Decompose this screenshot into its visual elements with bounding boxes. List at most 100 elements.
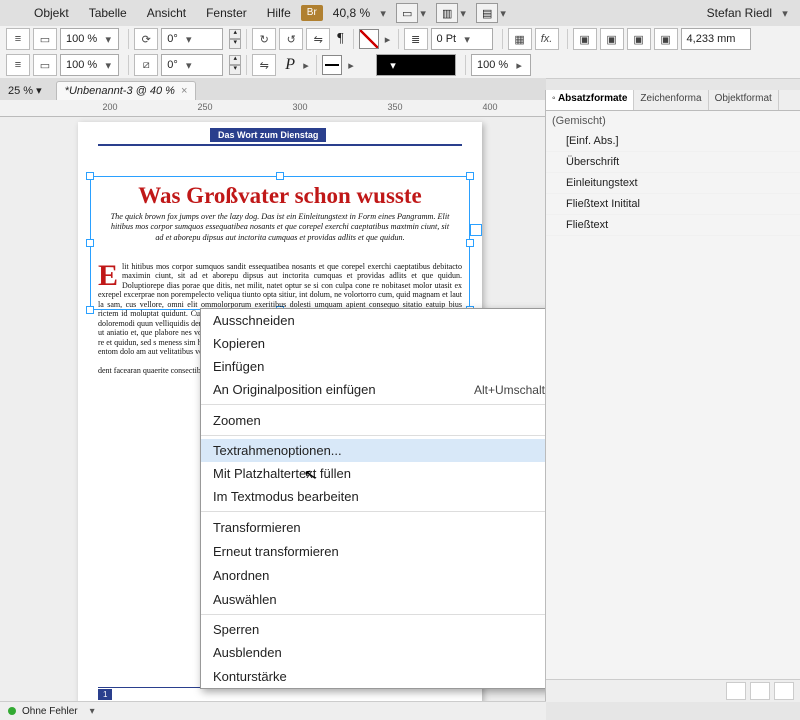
screenmode-button[interactable]: ▭	[396, 3, 418, 23]
dropdown-icon[interactable]: ▾	[386, 59, 400, 72]
dropdown-icon[interactable]: ▾	[458, 7, 468, 20]
menu-item-view[interactable]: Ansicht	[137, 3, 196, 23]
context-menu-item[interactable]: Mit Platzhaltertext füllen	[201, 462, 601, 485]
bridge-icon[interactable]: Br	[301, 5, 323, 21]
stroke-pt: 0 Pt	[437, 33, 457, 45]
stroke-swatch[interactable]	[322, 55, 342, 75]
angle-select[interactable]: 0°▾	[161, 28, 223, 50]
menu-item-window[interactable]: Fenster	[196, 3, 257, 23]
context-menu-item[interactable]: AusblendenStrg+3	[201, 641, 601, 664]
angle-spinner[interactable]: ▴▾	[229, 29, 241, 49]
shear-select[interactable]: 0°▾	[161, 54, 223, 76]
ruler-tick: 300	[292, 102, 307, 112]
context-menu-item[interactable]: KopierenStrg+C	[201, 332, 601, 355]
menu-item-edit[interactable]	[4, 10, 24, 16]
context-menu-item[interactable]: Auswählen▸	[201, 587, 601, 611]
style-item[interactable]: Überschrift	[546, 152, 800, 173]
stroke-style-select[interactable]: ▾	[376, 54, 456, 76]
context-menu-item[interactable]: Konturstärke▸	[201, 664, 601, 688]
fx-button[interactable]: fx.	[535, 28, 559, 50]
rotate-ccw-icon[interactable]: ↺	[279, 28, 303, 50]
tint-select[interactable]: 100 %▸	[471, 54, 531, 76]
tab-character-styles[interactable]: Zeichenforma	[634, 90, 708, 110]
context-menu-item[interactable]: Erneut transformieren▸	[201, 539, 601, 563]
textwrap-shape-icon[interactable]: ▣	[627, 28, 651, 50]
tab-paragraph-styles[interactable]: ◦ Absatzformate	[546, 90, 634, 110]
textwrap-off-icon[interactable]: ▣	[573, 28, 597, 50]
context-menu-item[interactable]: Transformieren▸	[201, 515, 601, 539]
delete-icon[interactable]	[774, 682, 794, 700]
opacity-select[interactable]: 100 %▾	[60, 28, 119, 50]
textwrap-jump-icon[interactable]: ▣	[654, 28, 678, 50]
measure-field[interactable]: 4,233 mm	[681, 28, 751, 50]
control-bar-bottom: ≡ ▭ 100 %▾ ⧄ 0°▾ ▴▾ ⇋ P ▸ ▸ ▾ 100 %▸	[0, 52, 800, 79]
menu-item-help[interactable]: Hilfe	[257, 3, 301, 23]
resize-handle[interactable]	[466, 172, 474, 180]
text-out-port[interactable]	[470, 224, 482, 236]
resize-handle[interactable]	[86, 239, 94, 247]
style-item[interactable]: [Einf. Abs.]	[546, 131, 800, 152]
wrap-button-2[interactable]: ▭	[33, 54, 57, 76]
align-button-2[interactable]: ≡	[6, 54, 30, 76]
arrange-button[interactable]: ▥	[436, 3, 458, 23]
menu-item-object[interactable]: Objekt	[24, 3, 79, 23]
dropdown-icon[interactable]: ▾	[418, 7, 428, 20]
style-item[interactable]: Fließtext	[546, 215, 800, 236]
wrap-button[interactable]: ▭	[33, 28, 57, 50]
close-icon[interactable]: ×	[181, 85, 187, 97]
rotate-icon[interactable]: ⟳	[134, 28, 158, 50]
textwrap-bound-icon[interactable]: ▣	[600, 28, 624, 50]
dropdown-icon[interactable]: ▾	[182, 33, 196, 46]
shear-spinner[interactable]: ▴▾	[229, 55, 241, 75]
preflight-dropdown-icon[interactable]: ▾	[90, 706, 95, 717]
menu-item-label: Auswählen	[213, 592, 577, 607]
separator	[502, 29, 503, 49]
viewoptions-button[interactable]: ▤	[476, 3, 498, 23]
context-menu-item[interactable]: Zoomen▸	[201, 408, 601, 432]
context-menu-item[interactable]: An Originalposition einfügenAlt+Umschalt…	[201, 378, 601, 401]
shear-icon[interactable]: ⧄	[134, 54, 158, 76]
align-button[interactable]: ≡	[6, 28, 30, 50]
resize-handle[interactable]	[276, 172, 284, 180]
resize-handle[interactable]	[466, 239, 474, 247]
context-menu-item[interactable]: AusschneidenStrg+X	[201, 309, 601, 332]
dropdown-icon[interactable]: ▾	[498, 7, 508, 20]
context-menu-item[interactable]: Im Textmodus bearbeitenStrg+Y	[201, 485, 601, 508]
flip-button[interactable]: ⇋	[306, 28, 330, 50]
context-menu-item[interactable]: SperrenStrg+L	[201, 618, 601, 641]
flip-h-icon[interactable]: ⇋	[252, 54, 276, 76]
new-style-icon[interactable]	[750, 682, 770, 700]
workspace-zoom-tab[interactable]: 25 % ▾	[0, 81, 50, 100]
zoom-dropdown-icon[interactable]: ▾	[378, 7, 388, 20]
style-item[interactable]: Fließtext Initital	[546, 194, 800, 215]
resize-handle[interactable]	[86, 172, 94, 180]
rotate-cw-icon[interactable]: ↻	[252, 28, 276, 50]
dropdown-icon[interactable]: ▸	[512, 59, 526, 72]
dropdown-icon[interactable]: ▾	[182, 59, 196, 72]
dropdown-icon[interactable]: ▾	[101, 33, 115, 46]
dropdown-icon[interactable]: ▾	[101, 59, 115, 72]
user-dropdown-icon[interactable]: ▾	[780, 7, 790, 20]
tab-object-styles[interactable]: Objektformat	[709, 90, 779, 110]
context-menu-item[interactable]: EinfügenStrg+V	[201, 355, 601, 378]
running-header: Das Wort zum Dienstag	[210, 128, 326, 142]
separator	[465, 55, 466, 75]
fill-none-swatch[interactable]	[359, 29, 379, 49]
resize-handle[interactable]	[86, 306, 94, 314]
new-folder-icon[interactable]	[726, 682, 746, 700]
menu-item-table[interactable]: Tabelle	[79, 3, 137, 23]
stroke-weight-select[interactable]: 0 Pt▾	[431, 28, 493, 50]
stroke-weight-icon[interactable]: ≣	[404, 28, 428, 50]
dropdown-icon[interactable]: ▸	[346, 59, 356, 72]
effects-button[interactable]: ▦	[508, 28, 532, 50]
dropdown-icon[interactable]: ▾	[460, 33, 474, 46]
zoom-level[interactable]: 40,8 %	[333, 6, 370, 20]
dropdown-icon[interactable]: ▸	[383, 33, 393, 46]
context-menu-item[interactable]: Textrahmenoptionen...Strg+B	[201, 439, 601, 462]
context-menu-item[interactable]: Anordnen▸	[201, 563, 601, 587]
style-item[interactable]: Einleitungstext	[546, 173, 800, 194]
dropdown-icon[interactable]: ▾	[36, 85, 42, 97]
document-tab[interactable]: *Unbenannt-3 @ 40 % ×	[56, 81, 197, 100]
dropdown-icon[interactable]: ▸	[301, 59, 311, 72]
opacity-select-2[interactable]: 100 %▾	[60, 54, 119, 76]
